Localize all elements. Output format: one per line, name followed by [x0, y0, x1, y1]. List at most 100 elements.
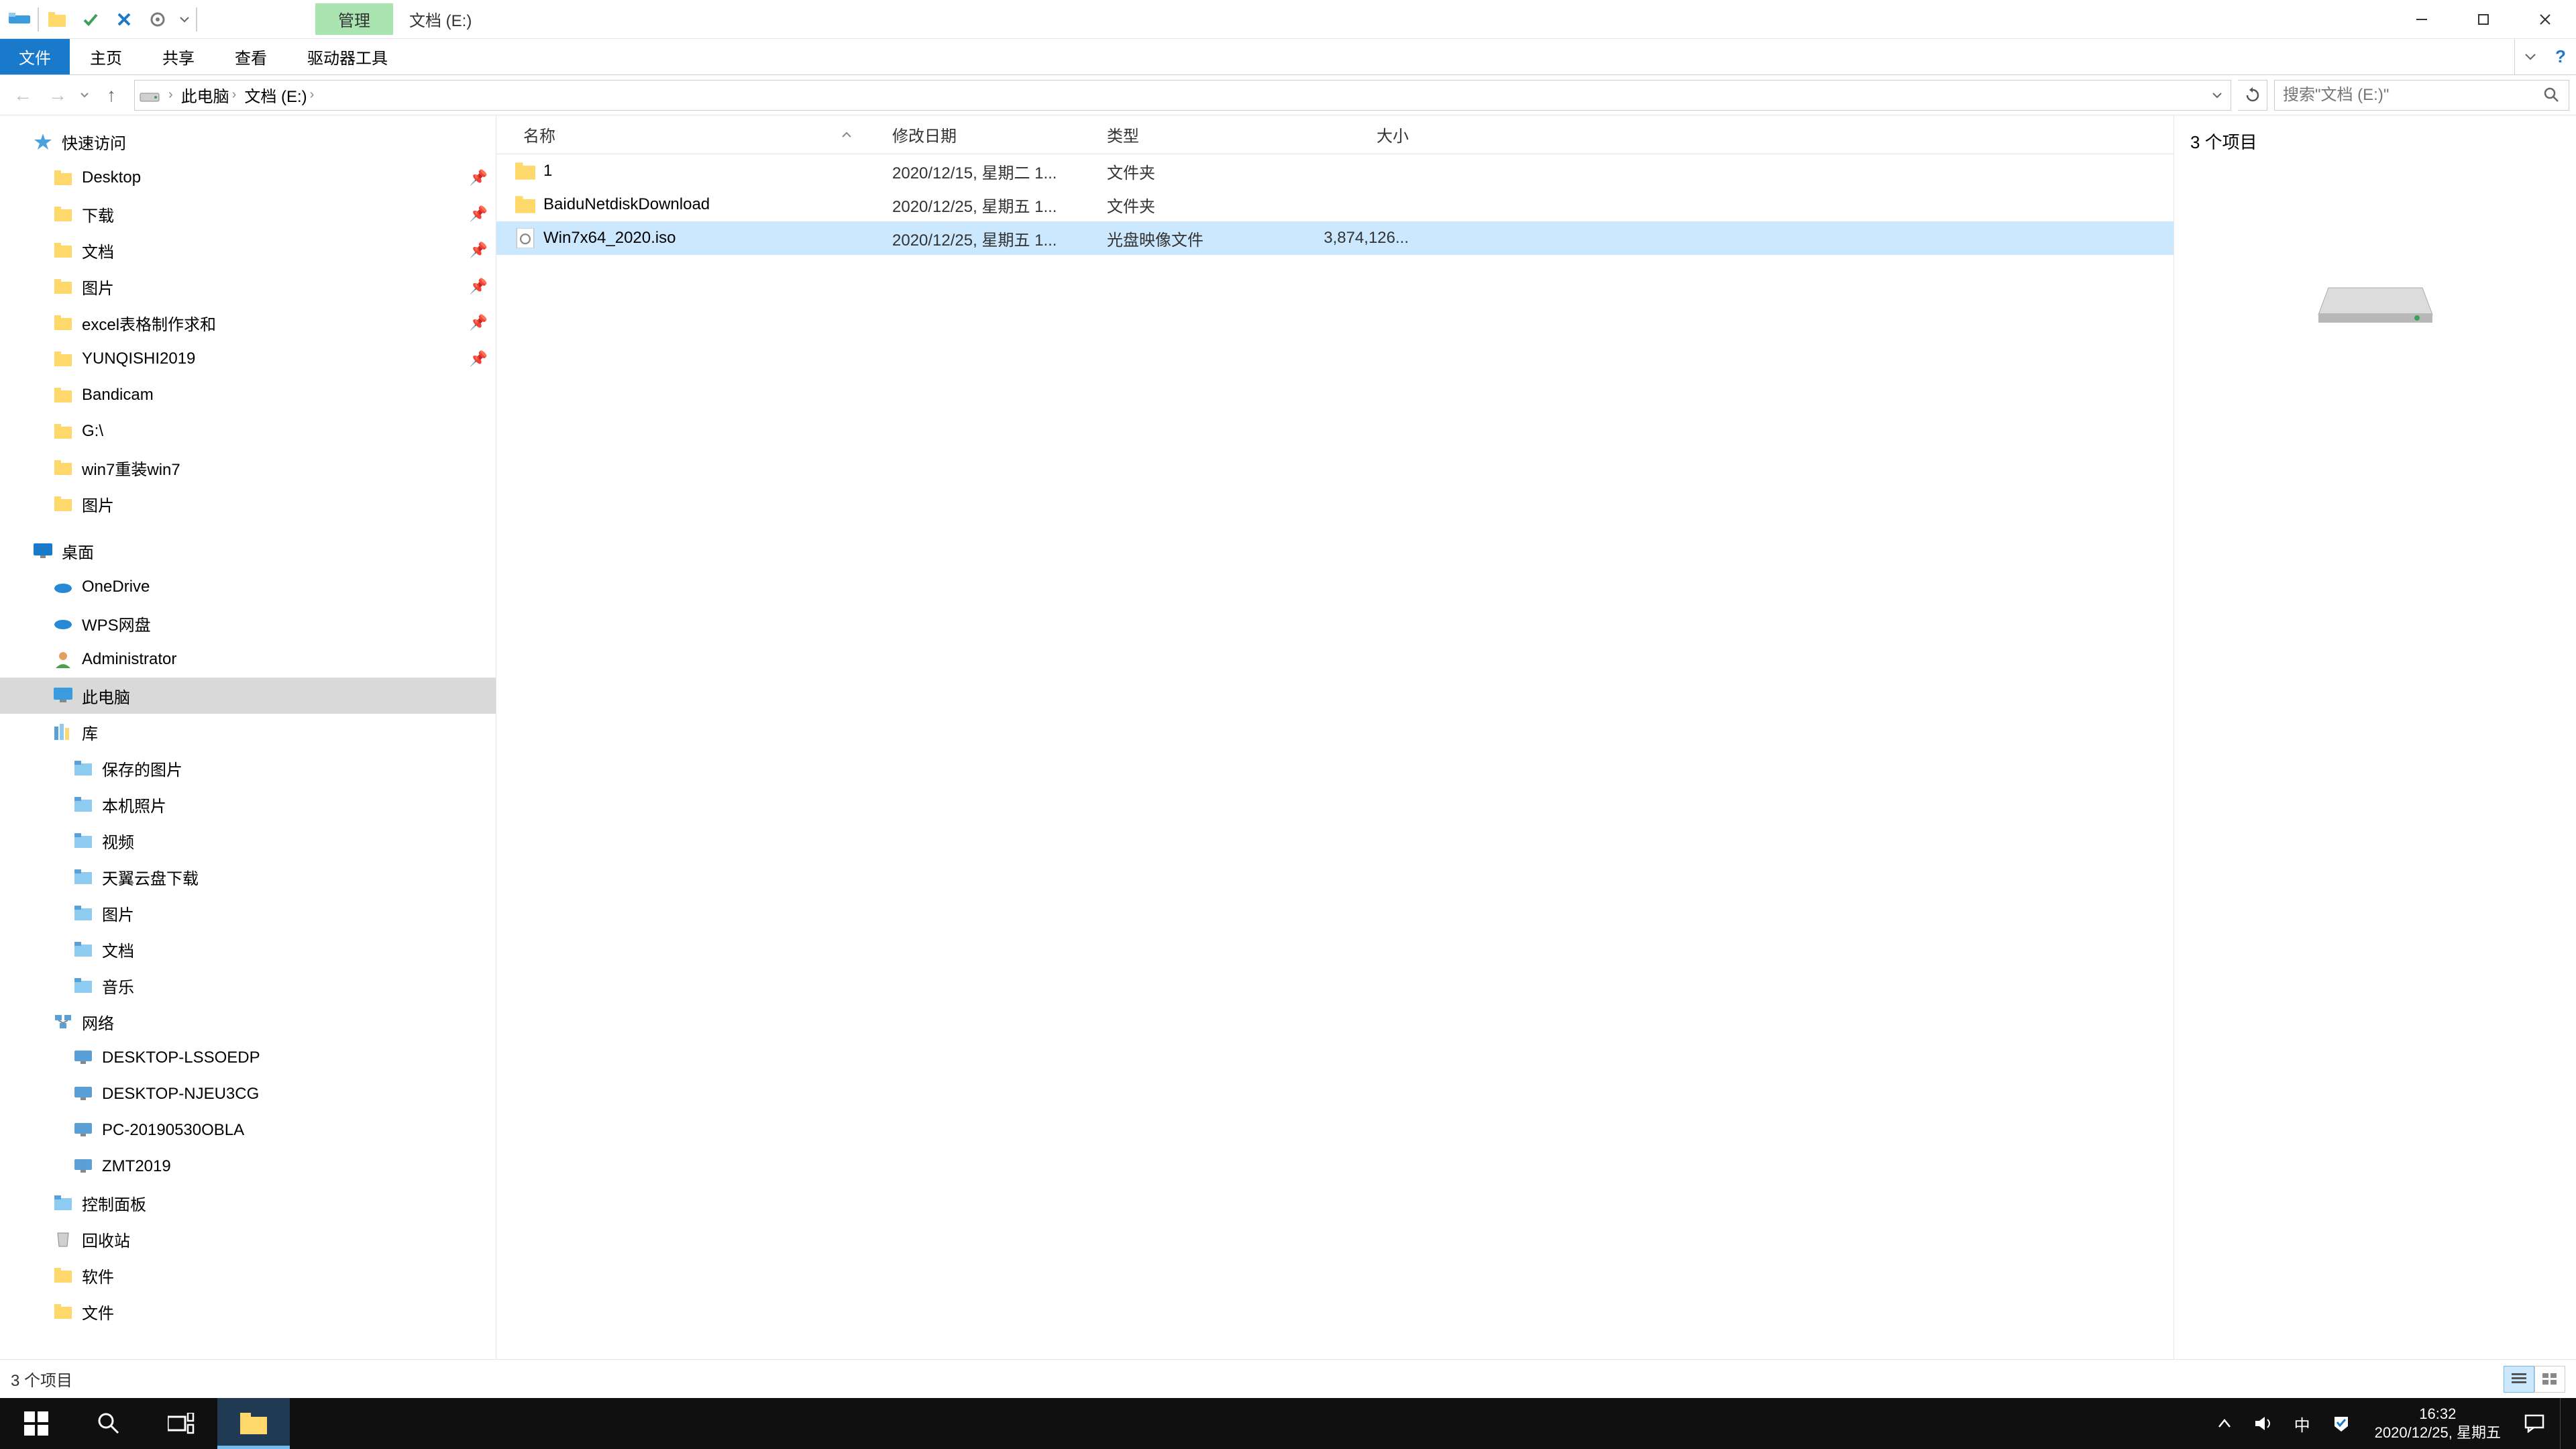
- search-button[interactable]: [72, 1398, 145, 1449]
- ribbon-expand-icon[interactable]: [2514, 39, 2545, 74]
- library-icon: [51, 720, 75, 744]
- back-button[interactable]: ←: [7, 79, 39, 111]
- tree-qa-item[interactable]: 文档📌: [0, 232, 496, 268]
- tree-wps[interactable]: WPS网盘: [0, 605, 496, 641]
- security-icon[interactable]: [2328, 1410, 2355, 1437]
- column-size[interactable]: 大小: [1288, 123, 1429, 146]
- computer-icon: [71, 1046, 95, 1070]
- maximize-button[interactable]: [2453, 0, 2514, 39]
- qat-new-folder-icon[interactable]: [42, 5, 72, 34]
- column-name[interactable]: 名称: [496, 123, 892, 146]
- forward-button[interactable]: →: [42, 79, 74, 111]
- tree-library-item[interactable]: 图片: [0, 895, 496, 931]
- tree-onedrive[interactable]: OneDrive: [0, 569, 496, 605]
- network-icon: [51, 1010, 75, 1034]
- start-button[interactable]: [0, 1398, 72, 1449]
- ribbon-tab-home[interactable]: 主页: [70, 39, 142, 74]
- tree-library-item[interactable]: 天翼云盘下载: [0, 859, 496, 895]
- tree-library-item[interactable]: 音乐: [0, 967, 496, 1004]
- chevron-right-icon[interactable]: ›: [168, 87, 173, 103]
- column-headers[interactable]: 名称 修改日期 类型 大小: [496, 115, 2174, 154]
- help-button[interactable]: ?: [2545, 39, 2576, 74]
- file-list[interactable]: 名称 修改日期 类型 大小 12020/12/15, 星期二 1...文件夹Ba…: [496, 115, 2174, 1359]
- tree-qa-item[interactable]: G:\: [0, 413, 496, 449]
- ribbon-tab-file[interactable]: 文件: [0, 39, 70, 74]
- tree-user[interactable]: Administrator: [0, 641, 496, 678]
- address-dropdown-icon[interactable]: [2204, 92, 2231, 99]
- history-dropdown-icon[interactable]: [76, 79, 93, 111]
- cloud-icon: [51, 575, 75, 599]
- chevron-right-icon[interactable]: ›: [232, 87, 237, 103]
- ribbon-tab-view[interactable]: 查看: [215, 39, 287, 74]
- file-name: BaiduNetdiskDownload: [543, 195, 710, 214]
- tree-qa-item[interactable]: YUNQISHI2019📌: [0, 341, 496, 377]
- address-bar[interactable]: › 此电脑› 文档 (E:)›: [134, 80, 2231, 111]
- tree-qa-item[interactable]: 下载📌: [0, 196, 496, 232]
- ribbon-tab-drive-tools[interactable]: 驱动器工具: [287, 39, 408, 74]
- refresh-button[interactable]: [2238, 80, 2267, 111]
- taskbar-file-explorer[interactable]: [217, 1398, 290, 1449]
- tree-network-pc[interactable]: DESKTOP-NJEU3CG: [0, 1076, 496, 1112]
- tree-network-pc[interactable]: ZMT2019: [0, 1148, 496, 1185]
- tree-library-item[interactable]: 文档: [0, 931, 496, 967]
- view-details-button[interactable]: [2504, 1366, 2534, 1393]
- tree-software-folder[interactable]: 软件: [0, 1257, 496, 1293]
- tree-network-pc[interactable]: DESKTOP-LSSOEDP: [0, 1040, 496, 1076]
- item-count-label: 3 个项目: [2190, 129, 2560, 154]
- view-large-icons-button[interactable]: [2534, 1366, 2565, 1393]
- clock-time: 16:32: [2375, 1405, 2501, 1424]
- file-name: 1: [543, 162, 552, 180]
- qat-dropdown-icon[interactable]: [176, 5, 193, 34]
- minimize-button[interactable]: [2391, 0, 2453, 39]
- app-icon[interactable]: [4, 5, 35, 34]
- close-button[interactable]: [2514, 0, 2576, 39]
- file-row[interactable]: 12020/12/15, 星期二 1...文件夹: [496, 154, 2174, 188]
- search-input[interactable]: [2275, 86, 2535, 105]
- qat-delete-icon[interactable]: [109, 5, 140, 34]
- taskbar-clock[interactable]: 16:32 2020/12/25, 星期五: [2367, 1405, 2509, 1442]
- computer-icon: [71, 1118, 95, 1142]
- tree-qa-item[interactable]: excel表格制作求和📌: [0, 305, 496, 341]
- tree-quick-access[interactable]: 快速访问: [0, 123, 496, 160]
- action-center-icon[interactable]: [2521, 1410, 2548, 1437]
- column-type[interactable]: 类型: [1107, 123, 1288, 146]
- tree-documents-folder[interactable]: 文件: [0, 1293, 496, 1330]
- tree-qa-item[interactable]: win7重装win7: [0, 449, 496, 486]
- tree-qa-item[interactable]: Desktop📌: [0, 160, 496, 196]
- search-icon[interactable]: [2535, 87, 2569, 104]
- tree-network-pc[interactable]: PC-20190530OBLA: [0, 1112, 496, 1148]
- tree-qa-item[interactable]: Bandicam: [0, 377, 496, 413]
- qat-properties-icon[interactable]: [142, 5, 173, 34]
- volume-icon[interactable]: [2250, 1410, 2277, 1437]
- search-box[interactable]: [2274, 80, 2569, 111]
- tree-qa-item[interactable]: 图片📌: [0, 268, 496, 305]
- tree-this-pc[interactable]: 此电脑: [0, 678, 496, 714]
- qat-check-icon[interactable]: [75, 5, 106, 34]
- ribbon-tab-share[interactable]: 共享: [142, 39, 215, 74]
- ime-indicator[interactable]: 中: [2289, 1410, 2316, 1437]
- task-view-button[interactable]: [145, 1398, 217, 1449]
- chevron-right-icon[interactable]: ›: [310, 87, 315, 103]
- tree-libraries[interactable]: 库: [0, 714, 496, 750]
- tree-control-panel[interactable]: 控制面板: [0, 1185, 496, 1221]
- up-button[interactable]: ↑: [95, 79, 127, 111]
- file-row[interactable]: Win7x64_2020.iso2020/12/25, 星期五 1...光盘映像…: [496, 221, 2174, 255]
- tree-recycle-bin[interactable]: 回收站: [0, 1221, 496, 1257]
- file-row[interactable]: BaiduNetdiskDownload2020/12/25, 星期五 1...…: [496, 188, 2174, 221]
- tree-library-item[interactable]: 视频: [0, 822, 496, 859]
- tree-library-item[interactable]: 保存的图片: [0, 750, 496, 786]
- folder-icon: [51, 1263, 75, 1287]
- breadcrumb-drive[interactable]: 文档 (E:)›: [240, 83, 318, 107]
- tree-desktop[interactable]: 桌面: [0, 533, 496, 569]
- column-date[interactable]: 修改日期: [892, 123, 1107, 146]
- tree-qa-item[interactable]: 图片: [0, 486, 496, 522]
- navigation-pane[interactable]: 快速访问 Desktop📌下载📌文档📌图片📌excel表格制作求和📌YUNQIS…: [0, 115, 496, 1359]
- tray-overflow-icon[interactable]: [2211, 1410, 2238, 1437]
- file-type: 文件夹: [1107, 160, 1288, 183]
- taskbar[interactable]: 中 16:32 2020/12/25, 星期五: [0, 1398, 2576, 1449]
- breadcrumb-this-pc[interactable]: 此电脑›: [177, 83, 241, 107]
- show-desktop-button[interactable]: [2560, 1398, 2569, 1449]
- tree-library-item[interactable]: 本机照片: [0, 786, 496, 822]
- tree-network[interactable]: 网络: [0, 1004, 496, 1040]
- contextual-tab-group: 管理 文档 (E:): [197, 0, 488, 39]
